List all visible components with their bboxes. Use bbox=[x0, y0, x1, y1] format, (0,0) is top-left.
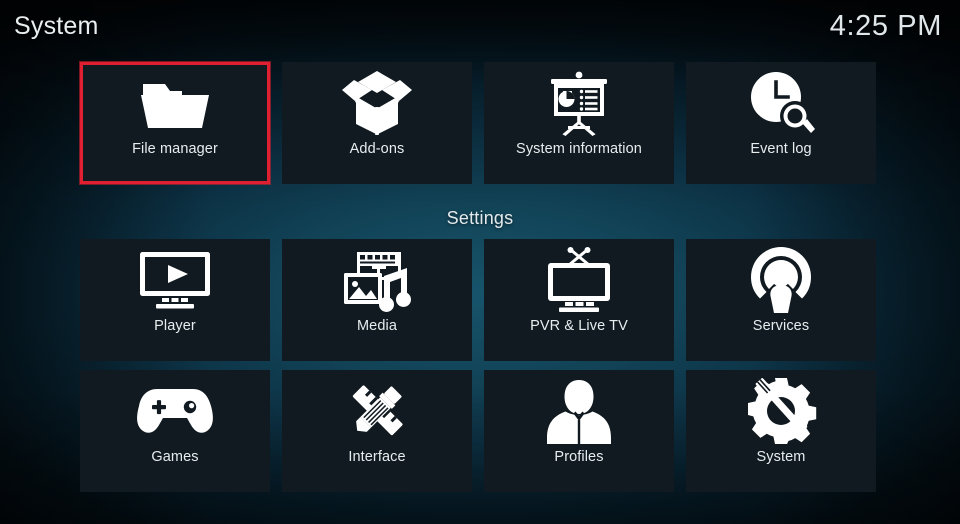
tile-games[interactable]: Games bbox=[80, 370, 270, 492]
tile-label: Player bbox=[154, 318, 196, 334]
film-photo-music-icon bbox=[339, 241, 415, 319]
tile-pvr-live-tv[interactable]: PVR & Live TV bbox=[484, 239, 674, 361]
system-top-grid: File manager Add-ons System information … bbox=[80, 62, 880, 184]
tile-label: Services bbox=[752, 318, 810, 334]
tile-player[interactable]: Player bbox=[80, 239, 270, 361]
tile-file-manager[interactable]: File manager bbox=[80, 62, 270, 184]
person-bust-icon bbox=[543, 372, 615, 450]
tile-system[interactable]: System bbox=[686, 370, 876, 492]
gear-wrench-icon bbox=[745, 372, 817, 450]
page-title: System bbox=[14, 11, 99, 40]
tile-label: Media bbox=[357, 318, 397, 334]
tile-add-ons[interactable]: Add-ons bbox=[282, 62, 472, 184]
tile-services[interactable]: Services bbox=[686, 239, 876, 361]
monitor-play-icon bbox=[136, 241, 214, 319]
folder-icon bbox=[139, 64, 211, 142]
presentation-board-icon bbox=[544, 64, 614, 142]
tile-label: File manager bbox=[132, 141, 218, 157]
tile-label: System information bbox=[516, 141, 642, 157]
tile-label: Add-ons bbox=[349, 141, 405, 157]
tile-event-log[interactable]: Event log bbox=[686, 62, 876, 184]
settings-grid-row-2: Games Interface Profiles System bbox=[80, 370, 880, 492]
tile-label: Event log bbox=[750, 141, 812, 157]
tile-label: Interface bbox=[348, 449, 406, 465]
tile-profiles[interactable]: Profiles bbox=[484, 370, 674, 492]
window-header: System 4:25 PM bbox=[0, 0, 960, 52]
tile-system-information[interactable]: System information bbox=[484, 62, 674, 184]
tile-label: System bbox=[756, 449, 806, 465]
tv-antenna-icon bbox=[541, 241, 617, 319]
tile-interface[interactable]: Interface bbox=[282, 370, 472, 492]
tile-label: Games bbox=[151, 449, 199, 465]
broadcast-person-icon bbox=[746, 241, 816, 319]
tile-label: PVR & Live TV bbox=[530, 318, 628, 334]
clock-magnifier-icon bbox=[745, 64, 817, 142]
gamepad-icon bbox=[135, 372, 215, 450]
open-box-icon bbox=[340, 64, 414, 142]
tile-media[interactable]: Media bbox=[282, 239, 472, 361]
pencil-ruler-icon bbox=[341, 372, 413, 450]
tile-label: Profiles bbox=[554, 449, 604, 465]
settings-section-heading: Settings bbox=[446, 208, 514, 228]
clock-label: 4:25 PM bbox=[829, 9, 942, 42]
settings-grid-row-1: Player Media PVR & Live TV Services bbox=[80, 239, 880, 361]
